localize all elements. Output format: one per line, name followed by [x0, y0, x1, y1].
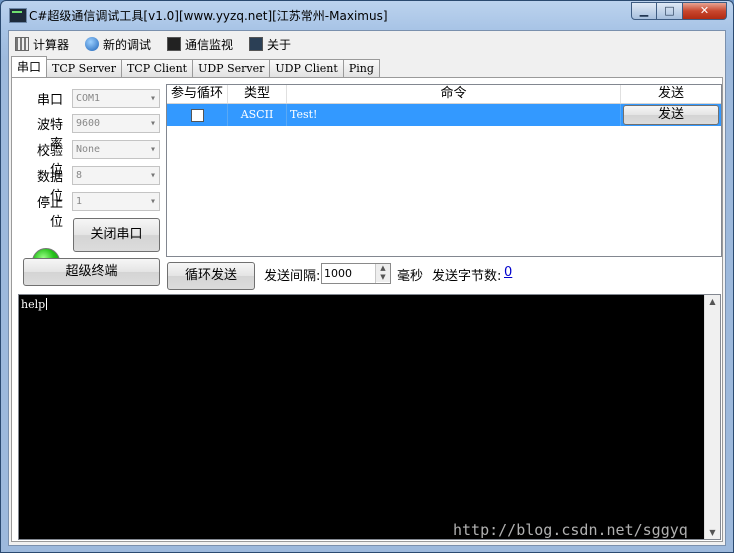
command-cell[interactable]: Test!	[287, 104, 621, 126]
stepper-arrows[interactable]: ▲ ▼	[375, 264, 390, 283]
app-window: C#超级通信调试工具[v1.0][www.yyzq.net][江苏常州-Maxi…	[0, 0, 734, 553]
baud-select[interactable]: 9600	[72, 114, 160, 133]
port-label: 串口	[36, 93, 63, 108]
stepper-down-icon[interactable]: ▼	[376, 273, 390, 282]
command-grid: 参与循环 类型 命令 发送 ASCII Test! 发送	[166, 84, 722, 257]
loop-cell	[167, 104, 228, 126]
menu-item-label: 计算器	[33, 37, 70, 52]
calculator-icon	[15, 37, 29, 51]
tab-tcp-client[interactable]: TCP Client	[120, 59, 194, 77]
scroll-up-icon[interactable]: ▲	[705, 297, 720, 306]
interval-stepper[interactable]: 1000 ▲ ▼	[321, 263, 391, 284]
sent-bytes-label: 发送字节数:	[432, 269, 502, 284]
terminal-text: help	[21, 298, 46, 311]
send-cell: 发送	[621, 104, 721, 126]
port-select[interactable]: COM1	[72, 89, 160, 108]
column-header-loop[interactable]: 参与循环	[167, 85, 228, 103]
parity-select[interactable]: None	[72, 140, 160, 159]
column-header-command[interactable]: 命令	[287, 85, 621, 103]
tab-udp-server[interactable]: UDP Server	[192, 59, 271, 77]
menu-item-label: 通信监视	[185, 37, 234, 52]
new-debug-icon	[85, 37, 100, 51]
loop-send-button[interactable]: 循环发送	[167, 262, 255, 290]
column-header-type[interactable]: 类型	[228, 85, 287, 103]
tab-tcp-server[interactable]: TCP Server	[46, 59, 122, 77]
grid-header: 参与循环 类型 命令 发送	[167, 85, 721, 104]
window-controls: ▁ □ ✕	[631, 2, 727, 20]
menu-item-monitor[interactable]: 通信监视	[167, 36, 233, 53]
close-button[interactable]: ✕	[683, 2, 727, 20]
column-header-send[interactable]: 发送	[621, 85, 721, 103]
databits-select[interactable]: 8	[72, 166, 160, 185]
watermark: http://blog.csdn.net/sggyq	[453, 521, 688, 539]
menu-item-about[interactable]: 关于	[249, 36, 291, 53]
loop-checkbox[interactable]	[190, 109, 204, 122]
interval-label: 发送间隔:	[264, 269, 321, 284]
stepper-up-icon[interactable]: ▲	[376, 264, 390, 273]
terminal-scrollbar[interactable]: ▲ ▼	[704, 295, 720, 539]
window-title: C#超级通信调试工具[v1.0][www.yyzq.net][江苏常州-Maxi…	[29, 9, 388, 23]
menu-bar: 计算器 新的调试 通信监视 关于	[9, 31, 725, 57]
stopbits-select[interactable]: 1	[72, 192, 160, 211]
menu-item-label: 新的调试	[103, 37, 152, 52]
tab-strip: 串口 TCP Server TCP Client UDP Server UDP …	[11, 56, 380, 77]
menu-item-label: 关于	[267, 37, 292, 52]
about-icon	[249, 37, 264, 51]
stopbits-label: 停止位	[36, 196, 63, 230]
menu-item-calculator[interactable]: 计算器	[15, 36, 69, 53]
scroll-down-icon[interactable]: ▼	[705, 528, 720, 537]
app-icon	[9, 8, 27, 23]
monitor-icon	[167, 37, 182, 51]
row-send-button[interactable]: 发送	[623, 105, 719, 125]
sent-bytes-value[interactable]: 0	[504, 265, 512, 280]
tab-udp-client[interactable]: UDP Client	[269, 59, 344, 77]
interval-value: 1000	[324, 267, 352, 280]
interval-unit-label: 毫秒	[397, 269, 424, 284]
title-bar[interactable]: C#超级通信调试工具[v1.0][www.yyzq.net][江苏常州-Maxi…	[1, 1, 733, 29]
close-port-button[interactable]: 关闭串口	[73, 218, 160, 252]
terminal-output[interactable]: help ▲ ▼	[18, 294, 721, 540]
type-cell[interactable]: ASCII	[228, 104, 287, 126]
serial-tab-panel: 串口 COM1 波特率 9600 校验位 None 数据位 8 停止位 1 关闭…	[11, 77, 723, 542]
minimize-button[interactable]: ▁	[631, 2, 657, 20]
menu-item-new-debug[interactable]: 新的调试	[85, 36, 151, 53]
table-row[interactable]: ASCII Test! 发送	[167, 104, 721, 126]
maximize-button[interactable]: □	[657, 2, 683, 20]
client-area: 计算器 新的调试 通信监视 关于 串口 TCP Server TCP Clien…	[8, 30, 726, 546]
tab-serial[interactable]: 串口	[11, 56, 48, 77]
super-terminal-button[interactable]: 超级终端	[23, 258, 160, 286]
tab-ping[interactable]: Ping	[342, 59, 380, 77]
